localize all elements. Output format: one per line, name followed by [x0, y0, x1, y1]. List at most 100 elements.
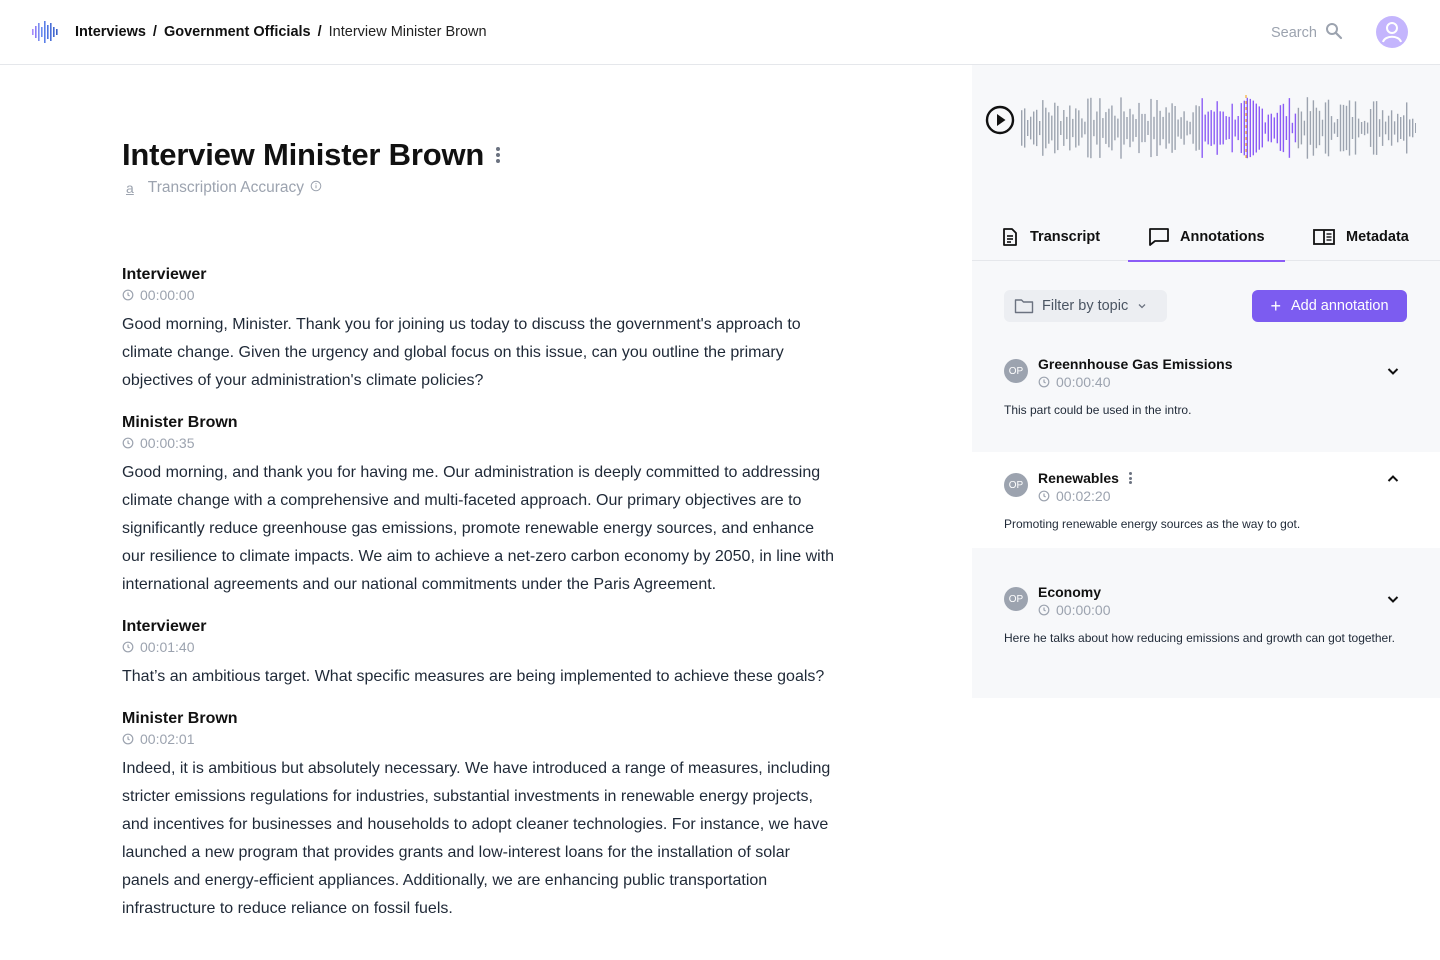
waveform-bar — [1102, 118, 1104, 138]
waveform-bar — [1180, 117, 1182, 139]
play-button[interactable] — [985, 105, 1015, 140]
search-icon[interactable] — [1317, 22, 1343, 44]
waveform-bar — [1207, 111, 1209, 145]
waveform-bar — [1057, 105, 1059, 151]
waveform-bar — [1195, 105, 1197, 151]
more-options-icon[interactable] — [494, 145, 502, 165]
waveform-bar — [1063, 110, 1065, 146]
audio-waveform[interactable] — [1020, 95, 1416, 161]
waveform-bar — [1309, 111, 1312, 145]
waveform-bar — [1153, 116, 1155, 140]
waveform-bar — [1403, 115, 1405, 141]
filter-by-topic-dropdown[interactable]: Filter by topic — [1004, 290, 1167, 322]
title-row: Interview Minister Brown — [122, 137, 502, 173]
waveform-bar — [1171, 103, 1173, 153]
waveform-bar — [1243, 100, 1245, 156]
chevron-down-icon — [1138, 304, 1146, 309]
waveform-bar — [1258, 106, 1260, 150]
annotation-time-value: 00:00:00 — [1056, 602, 1111, 618]
waveform-bar — [1201, 98, 1203, 158]
speaker-name: Minister Brown — [122, 414, 238, 431]
waveform-bar — [1378, 119, 1381, 137]
waveform-bar — [1099, 98, 1101, 158]
clock-icon — [1038, 604, 1050, 616]
waveform-bar — [1105, 112, 1107, 144]
annotation-card[interactable]: OP Economy 00:00:00 Here he talks about … — [972, 550, 1440, 698]
waveform-bar — [1351, 117, 1354, 139]
waveform-bar — [1273, 117, 1275, 139]
timestamp[interactable]: 00:02:01 — [122, 729, 842, 749]
waveform-bar — [1318, 110, 1321, 146]
plus-icon: + — [1270, 296, 1281, 316]
speaker-name: Interviewer — [122, 266, 207, 283]
tab-transcript[interactable]: Transcript — [1000, 213, 1100, 261]
waveform-bar — [1114, 115, 1116, 141]
transcript-list: Interviewer 00:00:00 Good morning, Minis… — [122, 265, 842, 941]
waveform-bar — [1192, 112, 1194, 144]
annotation-avatar: OP — [1004, 359, 1028, 383]
chevron-down-icon[interactable] — [1386, 364, 1400, 383]
waveform-bar — [1324, 102, 1327, 154]
timestamp[interactable]: 00:01:40 — [122, 637, 842, 657]
waveform-bar — [1306, 97, 1309, 159]
tab-annotations[interactable]: Annotations — [1128, 213, 1285, 262]
waveform-bar — [1129, 108, 1131, 148]
waveform-bar — [1237, 116, 1239, 141]
waveform-bar — [1093, 119, 1095, 137]
waveform-bar — [1045, 107, 1047, 149]
waveform-bar — [1270, 113, 1272, 143]
transcript-entry: Interviewer 00:01:40 That’s an ambitious… — [122, 617, 842, 691]
annotation-note: This part could be used in the intro. — [1004, 403, 1192, 417]
comment-icon — [1149, 228, 1169, 246]
annotation-title: Renewables — [1038, 470, 1134, 486]
add-annotation-button[interactable]: + Add annotation — [1252, 290, 1407, 322]
tab-metadata[interactable]: Metadata — [1312, 213, 1409, 261]
waveform-bar — [1261, 108, 1263, 148]
search-box[interactable]: Search — [1271, 22, 1343, 44]
breadcrumb-interviews[interactable]: Interviews — [75, 22, 146, 42]
waveform-bar — [1357, 118, 1360, 138]
annotation-timestamp[interactable]: 00:00:40 — [1038, 374, 1111, 390]
waveform-bar — [1168, 112, 1170, 144]
waveform-bar — [1369, 109, 1372, 147]
waveform-bar — [1231, 103, 1233, 153]
chevron-up-icon[interactable] — [1386, 472, 1400, 491]
annotation-card[interactable]: OP Renewables 00:02:20 Promoting renewab… — [972, 452, 1440, 548]
annotation-timestamp[interactable]: 00:00:00 — [1038, 602, 1111, 618]
clock-icon — [1038, 490, 1050, 502]
breadcrumb-government-officials[interactable]: Government Officials — [164, 22, 311, 42]
waveform-bar — [1210, 110, 1212, 146]
waveform-bar — [1303, 120, 1306, 136]
waveform-bar — [1021, 110, 1023, 146]
waveform-bar — [1081, 118, 1083, 138]
waveform-bar — [1276, 112, 1278, 144]
annotation-title: Economy — [1038, 584, 1101, 600]
annotation-timestamp[interactable]: 00:02:20 — [1038, 488, 1111, 504]
clock-icon — [122, 641, 134, 653]
annotation-title-text: Greennhouse Gas Emissions — [1038, 356, 1233, 372]
waveform-bar — [1393, 121, 1396, 135]
more-options-icon[interactable] — [1127, 470, 1134, 486]
waveform-bar — [1400, 117, 1402, 139]
user-avatar-icon[interactable] — [1376, 16, 1408, 48]
breadcrumb-current: Interview Minister Brown — [328, 24, 487, 40]
waveform-bar — [1054, 102, 1056, 154]
waveform-bar — [1198, 106, 1200, 150]
waveform-bar — [1138, 102, 1140, 154]
chevron-down-icon[interactable] — [1386, 592, 1400, 611]
timestamp[interactable]: 00:00:00 — [122, 285, 842, 305]
info-icon[interactable] — [310, 179, 322, 197]
waveform-bar — [1213, 111, 1215, 145]
timestamp-value: 00:01:40 — [140, 639, 195, 655]
waveform-bar — [1144, 113, 1146, 143]
waveform-bar — [1381, 110, 1384, 146]
waveform-logo-icon[interactable] — [32, 21, 60, 48]
waveform-bar — [1216, 101, 1218, 155]
book-icon — [1313, 229, 1335, 245]
waveform-bar — [1327, 99, 1330, 157]
timestamp[interactable]: 00:00:35 — [122, 433, 842, 453]
waveform-bar — [1087, 98, 1089, 158]
annotation-card[interactable]: OP Greennhouse Gas Emissions 00:00:40 Th… — [972, 340, 1440, 450]
clock-icon — [122, 437, 134, 449]
transcript-entry: Interviewer 00:00:00 Good morning, Minis… — [122, 265, 842, 395]
